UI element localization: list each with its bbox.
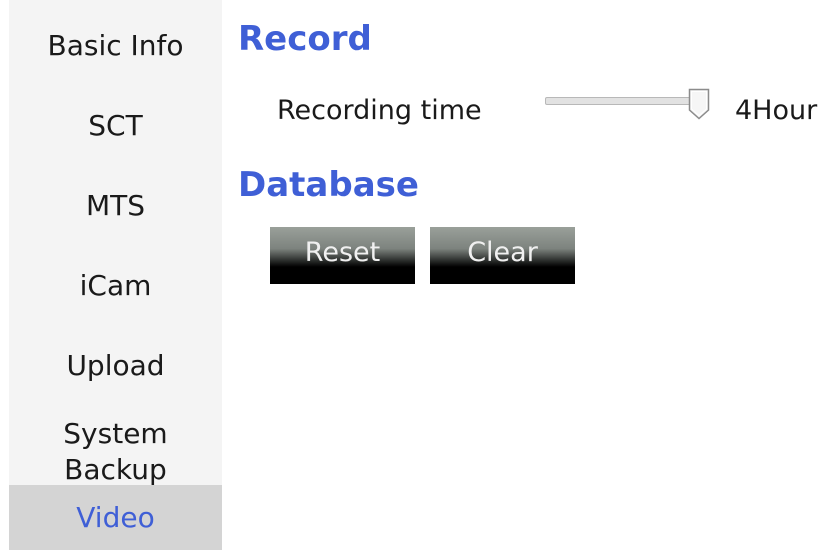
slider-thumb[interactable]: [688, 88, 710, 120]
sidebar-item-upload[interactable]: Upload: [9, 342, 222, 390]
clear-button-label: Clear: [467, 237, 538, 268]
sidebar-item-video[interactable]: Video: [9, 485, 222, 550]
recording-time-value: 4Hour: [735, 95, 818, 126]
recording-time-label: Recording time: [277, 95, 482, 126]
sidebar-item-label: Upload: [66, 349, 165, 382]
sidebar-nav: Basic Info SCT MTS iCam Upload System Ba…: [9, 0, 222, 550]
clear-button[interactable]: Clear: [430, 227, 575, 284]
sidebar-item-label: MTS: [85, 189, 146, 222]
slider-track[interactable]: [545, 97, 701, 105]
sidebar-item-label: iCam: [79, 269, 152, 302]
reset-button-label: Reset: [304, 237, 381, 268]
sidebar-item-mts[interactable]: MTS: [9, 182, 222, 230]
database-section-title: Database: [238, 165, 419, 205]
sidebar-item-label: Basic Info: [47, 29, 184, 62]
sidebar-item-label-line2: Backup: [64, 453, 167, 486]
sidebar-item-label: SCT: [88, 109, 143, 142]
sidebar-item-label-line1: System: [63, 417, 168, 450]
settings-window: Basic Info SCT MTS iCam Upload System Ba…: [0, 0, 835, 550]
sidebar-item-sct[interactable]: SCT: [9, 102, 222, 150]
record-section-title: Record: [238, 19, 372, 59]
sidebar-item-basic-info[interactable]: Basic Info: [9, 22, 222, 70]
sidebar-item-label: Video: [76, 500, 155, 534]
sidebar-item-icam[interactable]: iCam: [9, 262, 222, 310]
recording-time-slider[interactable]: [545, 88, 710, 122]
reset-button[interactable]: Reset: [270, 227, 415, 284]
